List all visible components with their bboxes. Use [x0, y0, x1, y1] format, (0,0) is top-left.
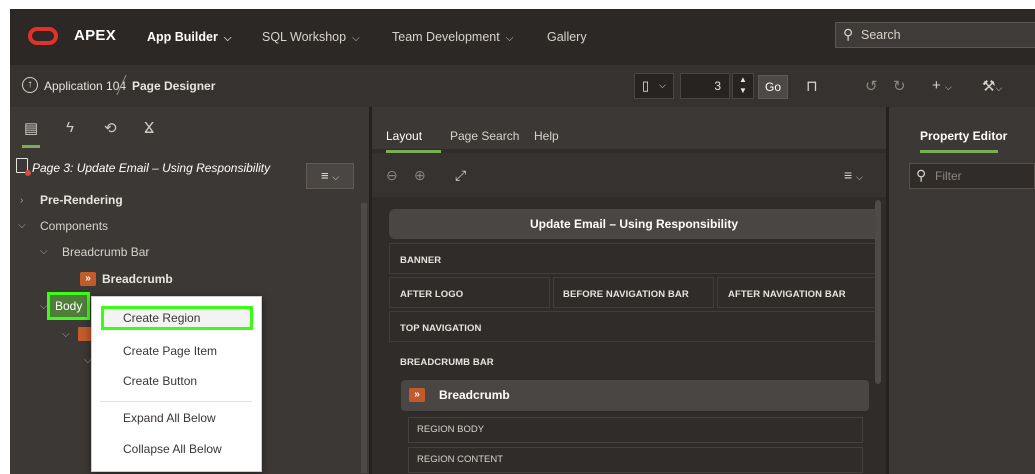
breadcrumb-page-designer: Page Designer [132, 79, 216, 93]
search-icon: ⚲ [916, 167, 927, 183]
slot-breadcrumb-bar-label: BREADCRUMB BAR [400, 357, 494, 368]
menu-item-collapse-all-below[interactable]: Collapse All Below [92, 434, 261, 464]
search-input[interactable]: ⚲ Search [835, 22, 1035, 48]
tree-node-body[interactable]: Body [46, 292, 91, 320]
slot-after-logo-label: AFTER LOGO [400, 289, 464, 300]
search-icon: ⚲ [843, 26, 854, 42]
chevron-down-icon[interactable]: ⌵ [40, 301, 48, 312]
tab-property-editor[interactable]: Property Editor [920, 129, 1007, 143]
tab-page-search[interactable]: Page Search [450, 129, 519, 143]
breadcrumb-region[interactable]: » Breadcrumb [401, 380, 869, 411]
slot-before-navigation-bar-label: BEFORE NAVIGATION BAR [563, 289, 689, 300]
middle-tabs: Layout Page Search Help [372, 107, 886, 153]
layout-panel: Layout Page Search Help ⊖ ⊕ ⤢ ≡ ⌵ Update… [372, 107, 886, 474]
layout-toolbar: ⊖ ⊕ ⤢ ≡ ⌵ [372, 153, 886, 197]
layout-canvas: Update Email – Using Responsibility BANN… [372, 197, 886, 474]
chevron-down-icon[interactable]: ⌵ [62, 329, 70, 340]
undo-icon[interactable]: ↺ [865, 77, 878, 95]
left-scrollbar[interactable] [361, 203, 367, 473]
breadcrumb-region-title: Breadcrumb [439, 388, 510, 402]
menu-item-expand-all-below[interactable]: Expand All Below [92, 403, 261, 433]
nav-sql-workshop[interactable]: SQL Workshop ⌵ [262, 30, 360, 44]
page-designer-toolbar: ↑ Application 104 Page Designer ▯ ⌵ 3 ▲ ▼… [10, 65, 1035, 108]
zoom-out-icon[interactable]: ⊖ [386, 167, 398, 184]
filter-input[interactable]: ⚲ Filter [909, 163, 1035, 189]
tree-node-pre-rendering[interactable]: Pre-Rendering [40, 193, 123, 207]
nav-gallery[interactable]: Gallery [547, 30, 587, 44]
page-number-value: 3 [714, 79, 721, 93]
property-editor-panel: Property Editor ⚲ Filter [890, 107, 1035, 474]
tree-node-components[interactable]: Components [40, 219, 108, 233]
context-menu: Create Region Create Page Item Create Bu… [91, 296, 262, 472]
search-placeholder: Search [861, 28, 901, 42]
oracle-logo-icon[interactable] [28, 27, 58, 45]
processing-tab-icon[interactable]: ⟲ [104, 119, 117, 137]
page-number-field[interactable]: 3 [680, 73, 730, 99]
apex-brand[interactable]: APEX [74, 27, 116, 44]
up-arrow-icon[interactable]: ↑ [22, 77, 38, 93]
zoom-in-icon[interactable]: ⊕ [414, 167, 426, 184]
breadcrumb-region-icon: » [409, 388, 425, 402]
chevron-down-icon[interactable]: ⌵ [18, 220, 26, 231]
chevron-down-icon[interactable]: ⌵ [40, 246, 48, 257]
chevron-down-icon: ⌵ [352, 33, 360, 44]
dynamic-actions-tab-icon[interactable]: ϟ [66, 119, 74, 136]
app-window: APEX App Builder ⌵ SQL Workshop ⌵ Team Dev… [10, 9, 1035, 474]
chevron-down-icon: ⌵ [659, 80, 666, 90]
unlock-icon[interactable]: ⊓ [806, 77, 818, 95]
rendering-tab-icon[interactable]: ▤ [24, 119, 38, 137]
breadcrumb-region-icon: » [80, 272, 96, 286]
active-tab-indicator [22, 145, 40, 148]
chevron-down-icon: ⌵ [223, 33, 232, 44]
panel-splitter[interactable] [886, 107, 889, 474]
slot-region-body[interactable]: REGION BODY [408, 417, 863, 443]
page-title-bar[interactable]: Update Email – Using Responsibility [389, 209, 879, 239]
left-panel-tabs: ▤ ϟ ⟲ ⴴ [10, 107, 369, 149]
nav-app-builder[interactable]: App Builder ⌵ [147, 30, 231, 44]
slot-after-navigation-bar-label: AFTER NAVIGATION BAR [728, 289, 846, 300]
error-dot-icon [25, 170, 31, 176]
chevron-down-icon: ⌵ [505, 33, 514, 44]
menu-separator [100, 401, 252, 402]
tree-node-breadcrumb-bar[interactable]: Breadcrumb Bar [62, 245, 149, 259]
active-tab-indicator [920, 150, 998, 153]
expand-icon[interactable]: ⤢ [455, 167, 466, 184]
layout-scrollbar[interactable] [875, 200, 881, 384]
tab-help[interactable]: Help [534, 129, 559, 143]
tree-node-breadcrumb[interactable]: Breadcrumb [102, 272, 173, 286]
slot-banner[interactable] [389, 243, 879, 274]
create-menu-icon[interactable]: + ⌵ [932, 77, 952, 94]
utilities-wrench-icon[interactable]: ⚒⌵ [982, 77, 1002, 95]
nav-team-development[interactable]: Team Development ⌵ [392, 30, 513, 44]
tree-menu-button[interactable]: ≡ ⌵ [306, 163, 354, 189]
page-number-stepper[interactable]: ▲ ▼ [732, 73, 754, 99]
go-button[interactable]: Go [758, 75, 788, 99]
menu-item-create-region[interactable]: Create Region [101, 306, 253, 330]
slot-banner-label: BANNER [400, 255, 442, 266]
menu-item-create-button[interactable]: Create Button [92, 366, 261, 396]
layout-menu-icon[interactable]: ≡ ⌵ [844, 167, 863, 183]
region-icon [78, 327, 92, 341]
breadcrumb-application[interactable]: Application 104 [44, 79, 126, 93]
top-bar: APEX App Builder ⌵ SQL Workshop ⌵ Team Dev… [10, 9, 1035, 65]
page-icon: ▯ [642, 78, 650, 93]
slot-region-content[interactable]: REGION CONTENT [408, 447, 863, 473]
slot-top-navigation-label: TOP NAVIGATION [400, 323, 482, 334]
filter-placeholder: Filter [935, 169, 962, 183]
page-header-label: Page 3: Update Email – Using Responsibil… [32, 161, 271, 175]
redo-icon[interactable]: ↻ [893, 77, 906, 95]
page-type-dropdown[interactable]: ▯ ⌵ [634, 73, 674, 99]
menu-item-create-page-item[interactable]: Create Page Item [92, 336, 261, 366]
shared-components-tab-icon[interactable]: ⴴ [144, 119, 154, 137]
tab-layout[interactable]: Layout [386, 129, 422, 143]
chevron-right-icon[interactable]: › [20, 195, 23, 206]
